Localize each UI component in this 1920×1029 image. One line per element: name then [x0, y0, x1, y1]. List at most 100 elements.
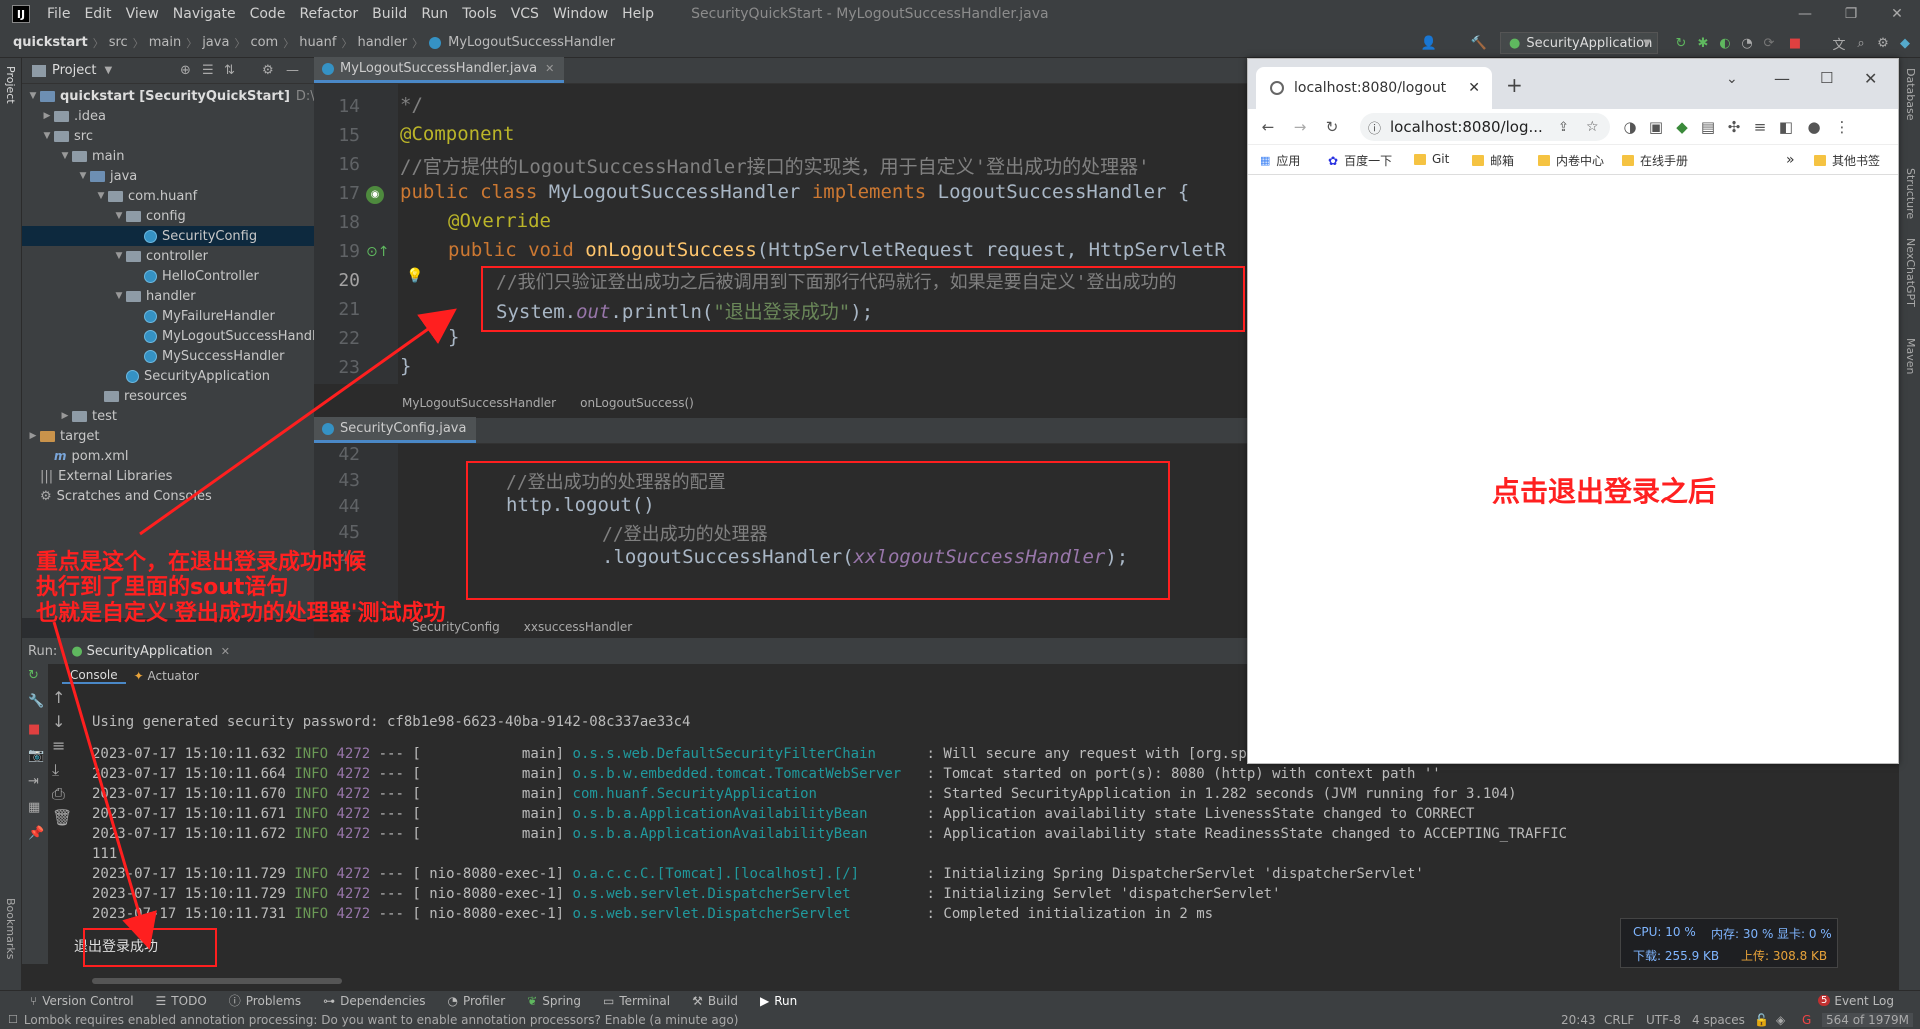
project-tool-tab[interactable]: Project	[4, 66, 17, 104]
menu-build[interactable]: Build	[365, 6, 414, 22]
crumb-java[interactable]: java	[199, 35, 232, 50]
tree-myfailurehandler[interactable]: MyFailureHandler	[144, 306, 275, 326]
tool-spring[interactable]: ❦ Spring	[527, 994, 581, 1008]
code-line-16[interactable]: //官方提供的LogoutSuccessHandler接口的实现类，用于自定义'…	[400, 152, 1150, 179]
coverage-icon[interactable]: ◐	[1716, 34, 1734, 52]
crumb-handler[interactable]: handler	[354, 35, 410, 50]
code-line-23[interactable]: }	[400, 355, 411, 377]
scroll-down-icon[interactable]: ↓	[52, 712, 65, 731]
tab-securityconfig[interactable]: SecurityConfig.java	[314, 417, 477, 443]
bookmarks-tool-tab[interactable]: Bookmarks	[4, 898, 17, 959]
close-tab-icon[interactable]: ✕	[221, 645, 230, 658]
tree-target[interactable]: ▶ target	[26, 426, 100, 446]
menu-window[interactable]: Window	[546, 6, 615, 22]
tree-hellocontroller[interactable]: HelloController	[144, 266, 259, 286]
console-log-line[interactable]: 2023-07-17 15:10:11.664 INFO 4272 --- [ …	[92, 766, 1441, 782]
extension-3-icon[interactable]: ◆	[1672, 117, 1692, 137]
print-icon[interactable]: ⎙	[52, 784, 65, 804]
browser-tab-logout[interactable]: localhost:8080/logout ✕	[1256, 67, 1492, 109]
console-log-line[interactable]: 111	[92, 846, 117, 862]
code-line-14[interactable]: */	[400, 94, 423, 116]
forward-icon[interactable]: →	[1290, 117, 1310, 137]
menu-refactor[interactable]: Refactor	[292, 6, 365, 22]
translate-icon[interactable]: 文	[1830, 34, 1848, 53]
close-tab-icon[interactable]: ✕	[545, 62, 554, 75]
bookmark-apps[interactable]: ▦ 应用	[1260, 152, 1300, 169]
menu-vcs[interactable]: VCS	[504, 6, 546, 22]
build-hammer-icon[interactable]: 🔨	[1470, 34, 1488, 52]
bookmark-baidu[interactable]: ✿ 百度一下	[1328, 152, 1392, 169]
menu-file[interactable]: File	[40, 6, 77, 22]
event-log[interactable]: 5 Event Log	[1818, 994, 1894, 1008]
tree-com-huanf[interactable]: ▼ com.huanf	[94, 186, 198, 206]
tree-main[interactable]: ▼ main	[58, 146, 125, 166]
user-icon[interactable]: 👤	[1420, 34, 1438, 52]
bookmark-neijuan[interactable]: 内卷中心	[1538, 152, 1604, 169]
hide-panel-icon[interactable]: —	[286, 63, 299, 78]
new-tab-icon[interactable]: +	[1506, 73, 1523, 97]
camera-icon[interactable]: 📷	[28, 748, 44, 763]
tool-run[interactable]: ▶ Run	[760, 994, 797, 1008]
crumb-main[interactable]: main	[146, 35, 184, 50]
close-tab-icon[interactable]: ✕	[1468, 80, 1480, 96]
menu-navigate[interactable]: Navigate	[166, 6, 243, 22]
git-icon[interactable]: ◈	[1776, 1013, 1785, 1027]
restore-icon[interactable]: ❐	[1828, 0, 1874, 28]
profiler-icon[interactable]: ◔	[1738, 34, 1756, 52]
database-tool-tab[interactable]: Database	[1904, 68, 1917, 121]
code-line-18[interactable]: @Override	[448, 210, 551, 232]
file-encoding[interactable]: UTF-8	[1646, 1013, 1681, 1027]
more-run-icon[interactable]: ⟳	[1760, 34, 1778, 52]
project-title[interactable]: Project	[52, 63, 96, 78]
lightbulb-icon[interactable]: 💡	[406, 268, 423, 284]
line-separator[interactable]: CRLF	[1604, 1013, 1634, 1027]
memory-indicator[interactable]: 564 of 1979M	[1822, 1012, 1913, 1027]
chrome-menu-icon[interactable]: ⋮	[1832, 117, 1852, 137]
tool-build[interactable]: ⚒ Build	[692, 994, 738, 1008]
layout-icon[interactable]: ▦	[28, 800, 40, 815]
rerun-icon[interactable]: ↻	[28, 668, 39, 683]
bookmark-star-icon[interactable]: ☆	[1586, 119, 1599, 135]
locate-icon[interactable]: ⊕	[180, 63, 191, 78]
tool-problems[interactable]: ⓘ Problems	[229, 992, 301, 1009]
crumb-com[interactable]: com	[247, 35, 281, 50]
console-log-line[interactable]: 2023-07-17 15:10:11.729 INFO 4272 --- [ …	[92, 866, 1424, 882]
tree-securityconfig[interactable]: SecurityConfig	[22, 226, 314, 246]
tool-dependencies[interactable]: ⊶ Dependencies	[323, 994, 425, 1008]
menu-view[interactable]: View	[119, 6, 166, 22]
console-log-line[interactable]: 2023-07-17 15:10:11.671 INFO 4272 --- [ …	[92, 806, 1474, 822]
run-config-tab[interactable]: SecurityApplication	[87, 644, 213, 659]
search-icon[interactable]: ⌕	[1852, 34, 1870, 52]
trash-icon[interactable]: 🗑	[52, 808, 72, 827]
profile-avatar-icon[interactable]: ●	[1804, 117, 1824, 137]
extension-2-icon[interactable]: ▣	[1646, 117, 1666, 137]
extension-1-icon[interactable]: ◑	[1620, 117, 1640, 137]
tree-idea[interactable]: ▶ .idea	[40, 106, 106, 126]
tool-terminal[interactable]: ▭ Terminal	[603, 994, 670, 1008]
code-line-15[interactable]: @Component	[400, 123, 514, 145]
tool-version-control[interactable]: ⑂ Version Control	[30, 994, 134, 1008]
address-bar[interactable]: ⓘ localhost:8080/log... ⇪ ☆	[1360, 113, 1610, 141]
tree-pom[interactable]: m pom.xml	[40, 446, 129, 466]
menu-run[interactable]: Run	[414, 6, 455, 22]
google-icon[interactable]: G	[1802, 1013, 1811, 1027]
collapse-all-icon[interactable]: ⇅	[224, 63, 235, 78]
nexchatgpt-tool-tab[interactable]: NexChatGPT	[1904, 238, 1917, 307]
lock-icon[interactable]: 🔓	[1754, 1013, 1769, 1027]
tree-config[interactable]: ▼ config	[112, 206, 186, 226]
tree-java[interactable]: ▼ java	[76, 166, 138, 186]
scroll-to-end-icon[interactable]: ⤓	[52, 760, 59, 780]
bookmark-other[interactable]: 其他书签	[1814, 152, 1880, 169]
expand-all-icon[interactable]: ☰	[202, 63, 214, 78]
code-line-22[interactable]: }	[448, 326, 459, 348]
crumb-huanf[interactable]: huanf	[296, 35, 339, 50]
side-panel-icon[interactable]: ◧	[1776, 117, 1796, 137]
debug-icon[interactable]: ✱	[1694, 34, 1712, 52]
override-icon[interactable]: ⊙↑	[366, 244, 389, 262]
soft-wrap-icon[interactable]: ≡	[52, 736, 65, 755]
crumb-src[interactable]: src	[106, 35, 131, 50]
crumb-project[interactable]: quickstart	[10, 35, 91, 50]
close-window-icon[interactable]: ✕	[1864, 69, 1877, 88]
bookmark-manual[interactable]: 在线手册	[1622, 152, 1688, 169]
tree-external-libraries[interactable]: ||| External Libraries	[26, 466, 172, 486]
